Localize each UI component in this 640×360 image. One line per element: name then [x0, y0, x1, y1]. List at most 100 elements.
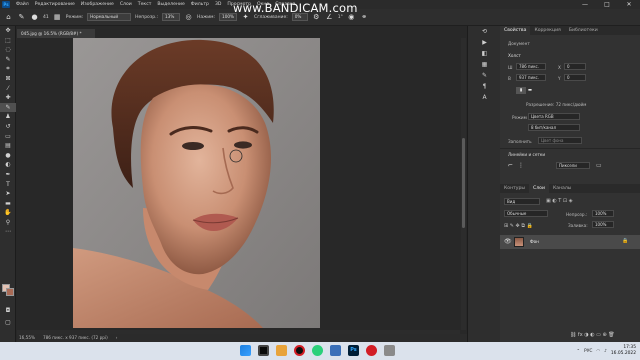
zoom-level[interactable]: 16,55% [19, 334, 35, 342]
maximize-button[interactable]: □ [596, 0, 618, 9]
menu-type[interactable]: Текст [135, 2, 155, 7]
pressure-opacity-icon[interactable]: ◎ [184, 13, 193, 22]
clock[interactable]: 17:35 16.05.2022 [611, 345, 636, 357]
tab-channels[interactable]: Каналы [549, 184, 575, 193]
status-arrow-icon[interactable]: › [116, 334, 118, 342]
crop-tool-icon[interactable]: ⌗ [0, 64, 16, 74]
vertical-scrollbar[interactable] [461, 38, 466, 330]
minimize-button[interactable]: — [574, 0, 596, 9]
layer-visibility-eye-icon[interactable]: 👁 [504, 238, 512, 245]
rectangle-tool-icon[interactable]: ▬ [0, 199, 16, 209]
language-indicator[interactable]: РУС [584, 349, 592, 354]
app-gray-icon[interactable] [384, 345, 395, 356]
eraser-tool-icon[interactable]: ▭ [0, 132, 16, 142]
frame-tool-icon[interactable]: ⊠ [0, 74, 16, 84]
lock-icons[interactable]: ⊞ ✎ ✥ ⧉ 🔒 [504, 223, 533, 229]
clone-stamp-tool-icon[interactable]: ♟ [0, 112, 16, 122]
height-field[interactable]: 937 пикс. [516, 74, 546, 81]
eyedropper-tool-icon[interactable]: ⁄ [0, 84, 16, 94]
app-green-icon[interactable] [312, 345, 323, 356]
fill-select[interactable]: Цвет фона [538, 137, 582, 144]
menu-3d[interactable]: 3D [212, 2, 224, 7]
color-panel-icon[interactable]: ◧ [468, 48, 501, 59]
tab-properties[interactable]: Свойства [500, 26, 531, 35]
ruler-unit-select[interactable]: Пиксели [556, 162, 590, 169]
opera-browser-icon[interactable] [294, 345, 305, 356]
color-mode-select[interactable]: Цвета RGB [528, 113, 580, 120]
tab-libraries[interactable]: Библиотеки [565, 26, 602, 35]
layer-opacity-field[interactable]: 100% [592, 210, 614, 217]
path-select-tool-icon[interactable]: ➤ [0, 189, 16, 199]
menu-file[interactable]: Файл [13, 2, 32, 7]
marquee-tool-icon[interactable]: ⬚ [0, 36, 16, 46]
layer-fill-field[interactable]: 100% [592, 221, 614, 228]
y-field[interactable]: 0 [564, 74, 586, 81]
blend-mode-select[interactable]: Обычные [504, 210, 548, 217]
lasso-tool-icon[interactable]: ◌ [0, 45, 16, 55]
layer-row[interactable]: 👁 Фон 🔒 [500, 235, 640, 249]
scroll-thumb[interactable] [462, 138, 465, 228]
layer-name[interactable]: Фон [530, 239, 539, 244]
brush-preset-icon[interactable]: ● [30, 13, 39, 22]
menu-image[interactable]: Изображение [78, 2, 117, 7]
paragraph-panel-icon[interactable]: ¶ [468, 81, 501, 92]
ruler-icon[interactable]: ⌐ [508, 162, 513, 169]
menu-select[interactable]: Выделение [154, 2, 187, 7]
swatches-panel-icon[interactable]: ▦ [468, 59, 501, 70]
history-panel-icon[interactable]: ⟲ [468, 26, 501, 37]
background-color-swatch[interactable] [6, 288, 14, 296]
close-button[interactable]: ✕ [618, 0, 640, 9]
x-field[interactable]: 0 [564, 63, 586, 70]
file-explorer-icon[interactable] [276, 345, 287, 356]
layer-kind-filter[interactable]: Вид [504, 198, 540, 205]
wifi-icon[interactable]: ◠ [596, 349, 600, 354]
home-icon[interactable]: ⌂ [4, 13, 13, 22]
landscape-orientation-icon[interactable]: ▬ [528, 87, 532, 92]
document-canvas[interactable] [73, 38, 320, 328]
brush-settings-icon[interactable]: ▦ [53, 13, 62, 22]
canvas-section-title[interactable]: Холст [508, 53, 521, 58]
mode-select[interactable]: Нормальный [87, 13, 132, 21]
pen-tool-icon[interactable]: ✒ [0, 170, 16, 180]
width-field[interactable]: 786 пикс. [516, 63, 546, 70]
screen-mode-icon[interactable]: ▢ [0, 318, 16, 328]
dodge-tool-icon[interactable]: ◐ [0, 160, 16, 170]
menu-layers[interactable]: Слои [117, 2, 135, 7]
zoom-tool-icon[interactable]: ⚲ [0, 218, 16, 228]
healing-brush-tool-icon[interactable]: ✚ [0, 93, 16, 103]
record-app-icon[interactable] [366, 345, 377, 356]
layer-filter-icons[interactable]: ▣ ◐ T ⊡ ◈ [546, 198, 573, 204]
tray-arrow-icon[interactable]: ⌃ [577, 349, 581, 354]
document-tab[interactable]: 045.jpg @ 16.5% (RGB/8#) * [17, 29, 95, 38]
grid-icon[interactable]: ⋮ [518, 162, 524, 169]
volume-icon[interactable]: ♪ [604, 349, 607, 354]
tab-layers[interactable]: Слои [529, 184, 549, 193]
tab-adjustments[interactable]: Коррекция [530, 26, 564, 35]
photoshop-taskbar-icon[interactable]: Ps [348, 345, 359, 356]
brush-tool-icon[interactable]: ✎ [0, 102, 16, 113]
move-tool-icon[interactable]: ✥ [0, 26, 16, 36]
symmetry-icon[interactable]: ⚭ [360, 13, 369, 22]
more-tools-icon[interactable]: ⋯ [0, 227, 16, 237]
guides-section-title[interactable]: Линейки и сетки [508, 152, 545, 157]
character-panel-icon[interactable]: A [468, 92, 501, 103]
quick-mask-icon[interactable]: ◘ [0, 306, 16, 316]
opacity-field[interactable]: 13% [162, 13, 181, 21]
type-tool-icon[interactable]: T [0, 180, 16, 190]
bit-depth-select[interactable]: 8 бит/канал [528, 124, 580, 131]
layer-actions-icons[interactable]: ⛓ fx ◑ ◐ ▭ ⊕ 🗑 [570, 332, 615, 338]
brush-panel-icon[interactable]: ✎ [468, 70, 501, 81]
actions-panel-icon[interactable]: ▶ [468, 37, 501, 48]
menu-edit[interactable]: Редактирование [32, 2, 78, 7]
app-blue-icon[interactable] [330, 345, 341, 356]
portrait-orientation-icon[interactable]: ▮ [516, 87, 526, 94]
search-icon[interactable] [258, 345, 269, 356]
angle-value[interactable]: 1° [338, 15, 343, 20]
guide-color-icon[interactable]: ▭ [596, 162, 602, 169]
brush-tool-icon[interactable]: ✎ [17, 13, 26, 22]
gradient-tool-icon[interactable]: ▤ [0, 141, 16, 151]
history-brush-tool-icon[interactable]: ↺ [0, 122, 16, 132]
tab-paths[interactable]: Контуры [500, 184, 529, 193]
menu-filter[interactable]: Фильтр [188, 2, 212, 7]
blur-tool-icon[interactable]: ● [0, 151, 16, 161]
